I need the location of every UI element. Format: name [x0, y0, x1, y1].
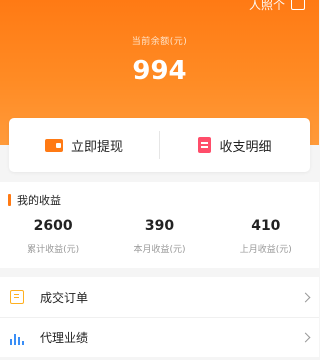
header-corner[interactable]: 人照个 [249, 0, 305, 13]
stat-this-month-value: 390 [144, 218, 175, 234]
transactions-button[interactable]: 收支明细 [160, 118, 310, 172]
menu-item-performance-label: 代理业绩 [40, 331, 89, 345]
balance-value: 994 [132, 56, 187, 86]
income-section: 我的收益 2600 累计收益(元) 390 本月收益(元) 410 上月收益(元… [0, 182, 319, 268]
menu-item-orders-label: 成交订单 [40, 290, 89, 305]
menu-list: 成交订单 代理业绩 [0, 277, 319, 357]
section-accent-bar [8, 194, 11, 206]
balance-label: 当前余额(元) [131, 37, 188, 47]
message-icon[interactable] [291, 0, 305, 10]
withdraw-label: 立即提现 [70, 139, 123, 155]
orders-icon [10, 290, 24, 304]
stat-this-month: 390 本月收益(元) [106, 218, 212, 255]
stat-this-month-label: 本月收益(元) [133, 245, 186, 255]
income-stats: 2600 累计收益(元) 390 本月收益(元) 410 上月收益(元) [0, 218, 319, 255]
stat-last-month-label: 上月收益(元) [239, 245, 292, 255]
transactions-label: 收支明细 [219, 139, 272, 155]
income-title: 我的收益 [8, 192, 61, 208]
wallet-icon [44, 138, 63, 152]
bill-icon [198, 137, 212, 153]
header-corner-text: 人照个 [248, 0, 285, 12]
stat-total-label: 累计收益(元) [27, 245, 80, 255]
chevron-right-icon [300, 332, 311, 343]
stat-total-value: 2600 [33, 218, 73, 234]
chevron-right-icon [300, 292, 311, 302]
bar-chart-icon [10, 331, 24, 345]
income-title-text: 我的收益 [17, 194, 61, 207]
stat-last-month-value: 410 [251, 218, 281, 234]
menu-item-performance[interactable]: 代理业绩 [0, 317, 319, 357]
action-card: 立即提现 收支明细 [9, 118, 310, 172]
withdraw-button[interactable]: 立即提现 [9, 118, 159, 172]
stat-last-month: 410 上月收益(元) [213, 218, 319, 255]
stat-total: 2600 累计收益(元) [0, 218, 106, 255]
menu-item-orders[interactable]: 成交订单 [0, 277, 319, 317]
